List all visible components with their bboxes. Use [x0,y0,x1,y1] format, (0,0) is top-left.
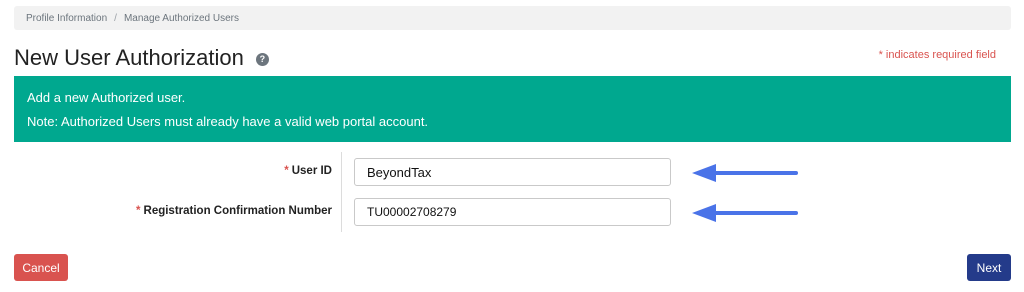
confirmation-number-row: * Registration Confirmation Number [0,192,1024,232]
next-button[interactable]: Next [967,254,1011,281]
user-id-label: * User ID [284,165,332,177]
user-id-label-text: User ID [291,165,332,177]
arrow-left-icon [692,204,798,222]
cancel-button[interactable]: Cancel [14,254,68,281]
arrow-left-icon [692,164,798,182]
confirmation-number-input[interactable] [354,198,671,226]
field-divider [341,152,342,192]
breadcrumb-separator: / [114,12,117,24]
required-field-note: * indicates required field [878,49,996,61]
confirmation-number-label-text: Registration Confirmation Number [143,205,332,217]
confirmation-number-label: * Registration Confirmation Number [136,205,332,217]
info-line-1: Add a new Authorized user. [27,90,186,105]
user-id-row: * User ID [0,152,1024,192]
info-banner: Add a new Authorized user. Note: Authori… [14,76,1011,142]
required-asterisk: * [136,205,141,217]
page-title: New User Authorization ? [14,45,269,71]
page-title-text: New User Authorization [14,45,244,70]
info-line-2: Note: Authorized Users must already have… [27,114,429,129]
breadcrumb-item-profile-information[interactable]: Profile Information [26,13,107,24]
field-divider [341,192,342,232]
required-asterisk: * [284,165,289,177]
help-icon[interactable]: ? [255,52,269,66]
breadcrumb-item-manage-authorized-users[interactable]: Manage Authorized Users [124,13,239,24]
breadcrumb: Profile Information / Manage Authorized … [14,6,1011,30]
user-id-input[interactable] [354,158,671,186]
